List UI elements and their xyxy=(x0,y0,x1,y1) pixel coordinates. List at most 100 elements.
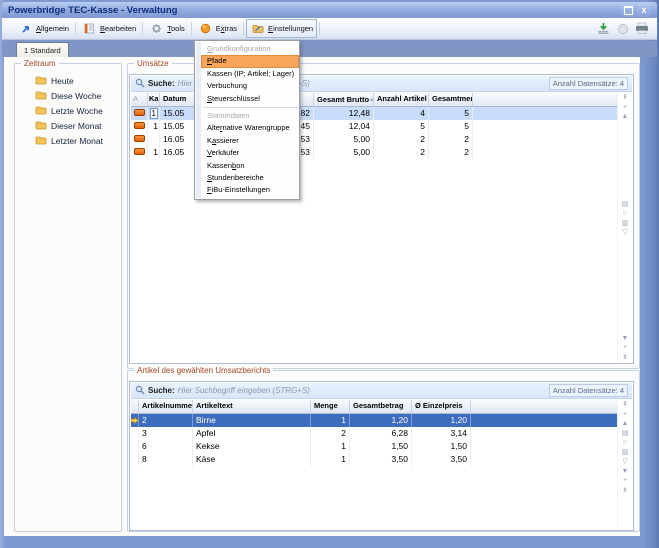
ka-cell-editor[interactable]: 1 xyxy=(150,108,158,119)
column-header-menge[interactable]: Menge xyxy=(311,400,350,413)
menubar-item-einstellungen[interactable]: Einstellungen xyxy=(246,19,317,38)
menu-item-kassen[interactable]: Kassen (IP; Artikel; Lager) xyxy=(195,68,299,80)
table-row[interactable]: 2 Birne 1 1,20 1,20 xyxy=(131,414,617,427)
column-header-anzahl[interactable]: Anzahl Artikel xyxy=(374,93,429,106)
einzelpreis-cell: 3,50 xyxy=(412,453,471,466)
filler-cell xyxy=(473,107,617,120)
artikeltext-cell: Birne xyxy=(193,414,311,427)
nav-edit-button[interactable]: ▥ xyxy=(622,448,629,458)
menu-item-stammdaten[interactable]: Stammdaten xyxy=(195,110,299,122)
restore-button[interactable] xyxy=(621,4,635,17)
sidebar-item-letzte-woche[interactable]: Letzte Woche xyxy=(15,103,121,118)
sidebar-item-label: Letzte Woche xyxy=(51,106,103,116)
column-header-artikelnummer[interactable]: Artikelnummer xyxy=(139,400,193,413)
sidebar-item-label: Diese Woche xyxy=(51,91,101,101)
nav-list-button[interactable]: ▤ xyxy=(622,200,629,210)
artikelnummer-cell: 3 xyxy=(139,427,193,440)
menubar-item-extras[interactable]: Extras xyxy=(194,19,241,38)
column-header-menge[interactable]: Gesamtmeng xyxy=(429,93,473,106)
nav-last-button[interactable]: ⇟ xyxy=(622,353,628,363)
nav-insert-button[interactable]: + xyxy=(623,410,627,420)
artikel-grid: Artikelnummer Artikeltext Menge Gesamtbe… xyxy=(131,400,617,529)
nav-list-button[interactable]: ▤ xyxy=(622,429,629,439)
menu-item-verbuchung[interactable]: Verbuchung xyxy=(195,80,299,92)
row-marker-cell xyxy=(131,453,139,466)
ka-cell: 1 xyxy=(148,120,160,133)
column-header-einzelpreis[interactable]: Ø Einzelpreis xyxy=(412,400,471,413)
column-header-gesamtbetrag[interactable]: Gesamtbetrag xyxy=(350,400,412,413)
column-header-status[interactable]: A xyxy=(131,93,148,106)
artikel-search-bar[interactable]: Suche: Hier Suchbegriff eingeben (STRG+S… xyxy=(131,383,632,399)
sidebar-item-letzter-monat[interactable]: Letzter Monat xyxy=(15,133,121,148)
menge-cell: 5 xyxy=(429,120,473,133)
nav-append-button[interactable]: + xyxy=(623,343,627,353)
nav-search-button[interactable]: ○ xyxy=(623,438,627,448)
menubar-item-allgemein[interactable]: Allgemein xyxy=(14,19,73,38)
filler-cell xyxy=(473,120,617,133)
column-header-brutto[interactable]: Gesamt Brutto▲ xyxy=(314,93,374,106)
menge-cell: 1 xyxy=(311,440,350,453)
nav-insert-button[interactable]: + xyxy=(623,103,627,113)
search-input[interactable]: Hier Suchbegriff eingeben (STRG+S) xyxy=(178,386,546,395)
menubar-item-bearbeiten[interactable]: Bearbeiten xyxy=(78,19,140,38)
brutto-cell: 5,00 xyxy=(314,146,374,159)
menu-item-grundkonfiguration[interactable]: Grundkonfiguration xyxy=(195,43,299,55)
nav-prev-button[interactable]: ▲ xyxy=(622,112,629,122)
report-flag-icon xyxy=(134,109,145,116)
brutto-cell: 12,48 xyxy=(314,107,374,120)
table-row[interactable]: 6 Kekse 1 1,50 1,50 xyxy=(131,440,617,453)
nav-first-button[interactable]: ⇞ xyxy=(622,400,628,410)
toolbar-right-group xyxy=(596,21,657,36)
nav-filter-button[interactable]: ▽ xyxy=(622,457,627,467)
content-area: Zeitraum Heute Diese Woche Letzte Woche … xyxy=(4,57,640,536)
search-icon xyxy=(135,382,145,400)
menu-item-fibu-einstellungen[interactable]: FiBu-Einstellungen xyxy=(195,184,299,196)
menu-item-pfade[interactable]: Pfade xyxy=(201,55,299,67)
artikel-nav-strip: ⇞ + ▲ ▤ ○ ▥ ▽ ▼ + ⇟ xyxy=(617,400,632,529)
import-button[interactable] xyxy=(596,21,611,36)
table-row[interactable]: 8 Käse 1 3,50 3,50 xyxy=(131,453,617,466)
print-button[interactable] xyxy=(634,21,649,36)
einzelpreis-cell: 3,14 xyxy=(412,427,471,440)
app-window: Powerbridge TEC-Kasse - Verwaltung x All… xyxy=(0,0,659,548)
group-artikel: Artikel des gewählten Umsatzberichts Suc… xyxy=(127,370,640,532)
nav-first-button[interactable]: ⇞ xyxy=(622,93,628,103)
nav-next-button[interactable]: ▼ xyxy=(622,467,629,477)
menu-item-kassierer[interactable]: Kassierer xyxy=(195,135,299,147)
row-status-cell xyxy=(131,120,148,133)
disabled-round-button[interactable] xyxy=(615,21,630,36)
menubar-label: Allgemein xyxy=(36,24,69,33)
restore-icon xyxy=(624,6,633,15)
sidebar-item-dieser-monat[interactable]: Dieser Monat xyxy=(15,118,121,133)
nav-append-button[interactable]: + xyxy=(623,476,627,486)
folder-icon xyxy=(35,105,47,117)
column-header-brutto-label: Gesamt Brutto xyxy=(317,94,369,106)
row-status-cell xyxy=(131,107,148,120)
menu-item-verkaeufer[interactable]: Verkäufer xyxy=(195,147,299,159)
artikeltext-cell: Kekse xyxy=(193,440,311,453)
sidebar-item-diese-woche[interactable]: Diese Woche xyxy=(15,88,121,103)
nav-prev-button[interactable]: ▲ xyxy=(622,419,629,429)
window-title: Powerbridge TEC-Kasse - Verwaltung xyxy=(8,5,619,16)
nav-search-button[interactable]: ○ xyxy=(623,209,627,219)
sidebar-item-label: Heute xyxy=(51,76,74,86)
nav-next-button[interactable]: ▼ xyxy=(622,334,629,344)
nav-filter-button[interactable]: ▽ xyxy=(622,228,627,238)
search-label: Suche: xyxy=(148,79,175,88)
menubar-item-tools[interactable]: Tools xyxy=(145,19,189,38)
nav-edit-button[interactable]: ▥ xyxy=(622,219,629,229)
artikel-grid-header: Artikelnummer Artikeltext Menge Gesamtbe… xyxy=(131,400,617,414)
menu-item-alternative-warengruppe[interactable]: Alternative Warengruppe xyxy=(195,122,299,134)
tab-standard[interactable]: 1 Standard xyxy=(16,42,69,57)
artikeltext-cell: Käse xyxy=(193,453,311,466)
menu-item-stundenbereiche[interactable]: Stundenbereiche xyxy=(195,172,299,184)
close-button[interactable]: x xyxy=(637,4,651,17)
nav-last-button[interactable]: ⇟ xyxy=(622,486,628,496)
column-header-artikeltext[interactable]: Artikeltext xyxy=(193,400,311,413)
table-row[interactable]: 3 Apfel 2 6,28 3,14 xyxy=(131,427,617,440)
gesamtbetrag-cell: 1,20 xyxy=(350,414,412,427)
menu-item-steuerschluessel[interactable]: Steuerschlüssel xyxy=(195,93,299,105)
column-header-ka[interactable]: Ka xyxy=(148,93,160,106)
menu-item-kassenbon[interactable]: Kassenbon xyxy=(195,160,299,172)
sidebar-item-heute[interactable]: Heute xyxy=(15,73,121,88)
